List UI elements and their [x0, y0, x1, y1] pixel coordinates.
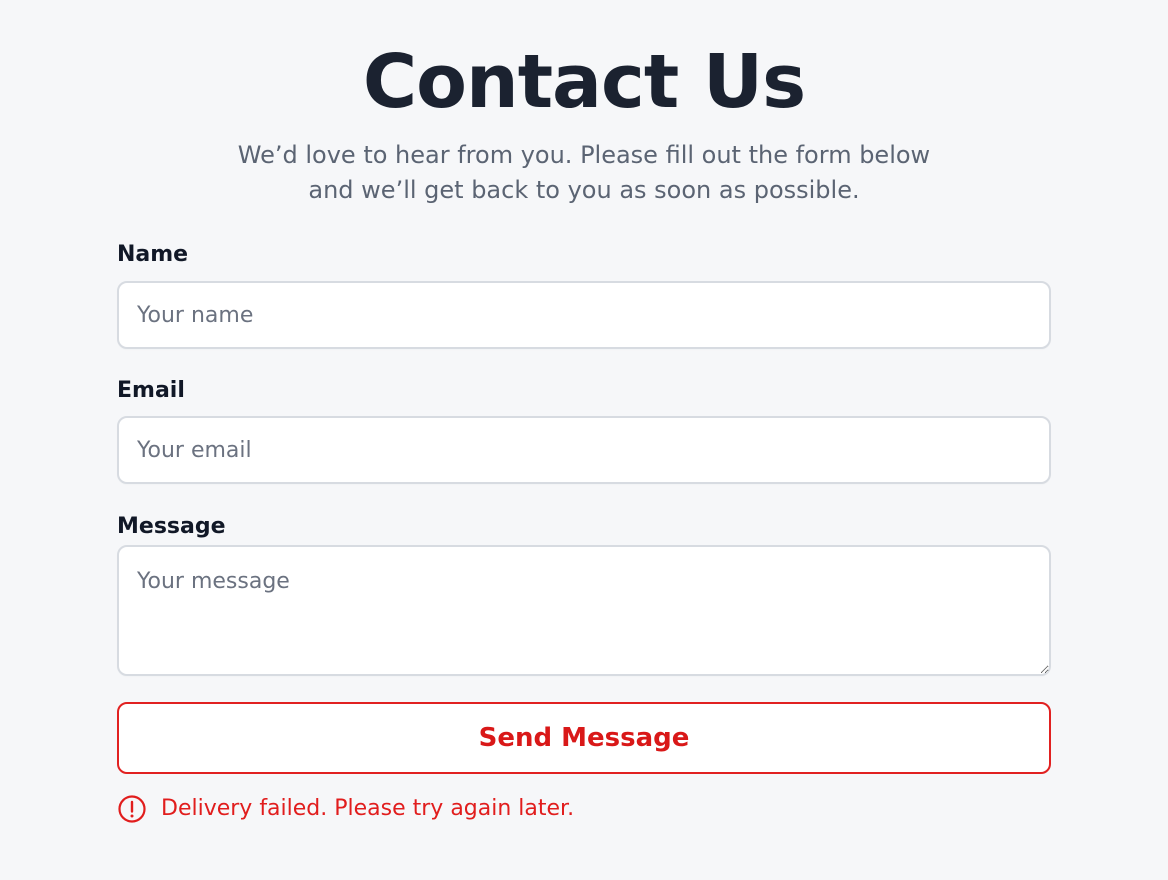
error-text: Delivery failed. Please try again later. — [161, 796, 575, 821]
email-label: Email — [117, 378, 185, 403]
name-label: Name — [117, 242, 189, 267]
message-textarea[interactable] — [117, 545, 1051, 676]
page-title: Contact Us — [362, 39, 806, 125]
contact-header: Contact Us We’d love to hear from you. P… — [0, 36, 1168, 208]
email-input[interactable] — [117, 416, 1051, 484]
alert-circle-icon — [118, 795, 146, 823]
page-subtitle: We’d love to hear from you. Please fill … — [237, 141, 931, 204]
send-message-button[interactable]: Send Message — [117, 702, 1051, 774]
message-label: Message — [117, 514, 226, 539]
contact-page: Contact Us We’d love to hear from you. P… — [0, 0, 1168, 880]
name-input[interactable] — [117, 281, 1051, 349]
delivery-error-message: Delivery failed. Please try again later. — [117, 792, 574, 826]
